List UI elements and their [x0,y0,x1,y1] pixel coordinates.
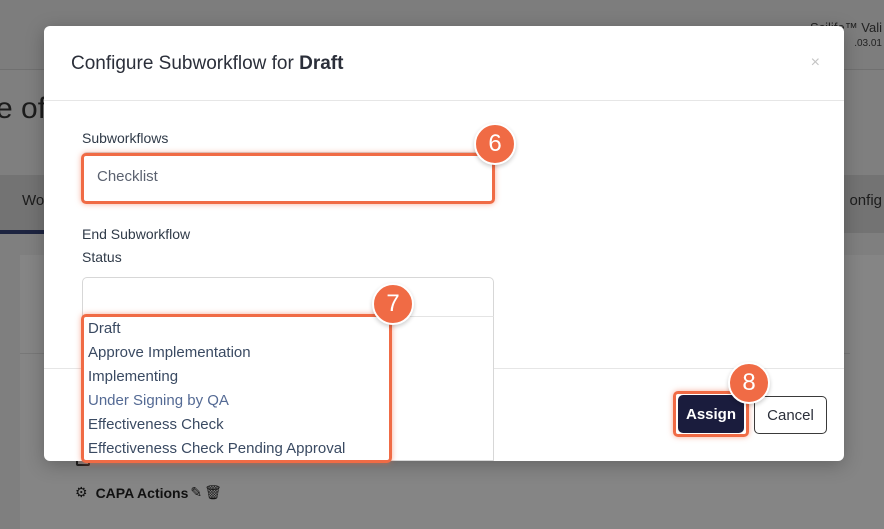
status-option[interactable]: Implementing [83,365,493,389]
subworkflows-label: Subworkflows [82,130,169,146]
cancel-button[interactable]: Cancel [754,396,827,434]
capa-actions-label: CAPA Actions [95,484,189,501]
status-option[interactable]: Under Signing by QA [83,389,493,413]
dialog-header: Configure Subworkflow for Draft × [44,26,844,101]
trash-icon[interactable]: 🗑 [204,484,222,501]
dialog-title-prefix: Configure Subworkflow for [71,53,294,74]
tab-config[interactable]: onfig [849,192,882,209]
status-option[interactable]: Approve Implementation [83,341,493,365]
step-badge-7: 7 [372,283,414,325]
status-options-list: Draft Approve Implementation Implementin… [82,316,494,461]
status-select[interactable] [82,277,494,317]
page-title: e of [0,92,47,125]
dialog-title: Configure Subworkflow for Draft [71,53,343,75]
status-option[interactable]: Effectiveness Check [83,413,493,437]
step-badge-6: 6 [474,123,516,165]
close-icon[interactable]: × [811,54,820,72]
end-subworkflow-label: End Subworkflow [82,226,191,242]
status-option[interactable]: Effectiveness Check Pending Approval [83,437,493,461]
assign-button[interactable]: Assign [678,395,744,433]
tab-workflow[interactable]: Wo [22,192,44,209]
subworkflows-select[interactable]: Checklist [82,152,494,202]
capa-actions-row: ⚙ CAPA Actions ✎ 🗑 [75,484,222,501]
status-option[interactable]: Draft [83,317,493,341]
workflow-icon: ⚙ [75,484,88,500]
step-badge-8: 8 [728,362,770,404]
status-label: Status [82,249,122,265]
active-tab-indicator [0,230,44,234]
dialog-title-target: Draft [299,53,344,74]
pencil-icon[interactable]: ✎ [190,484,202,501]
configure-subworkflow-dialog: Configure Subworkflow for Draft × Subwor… [44,26,844,461]
